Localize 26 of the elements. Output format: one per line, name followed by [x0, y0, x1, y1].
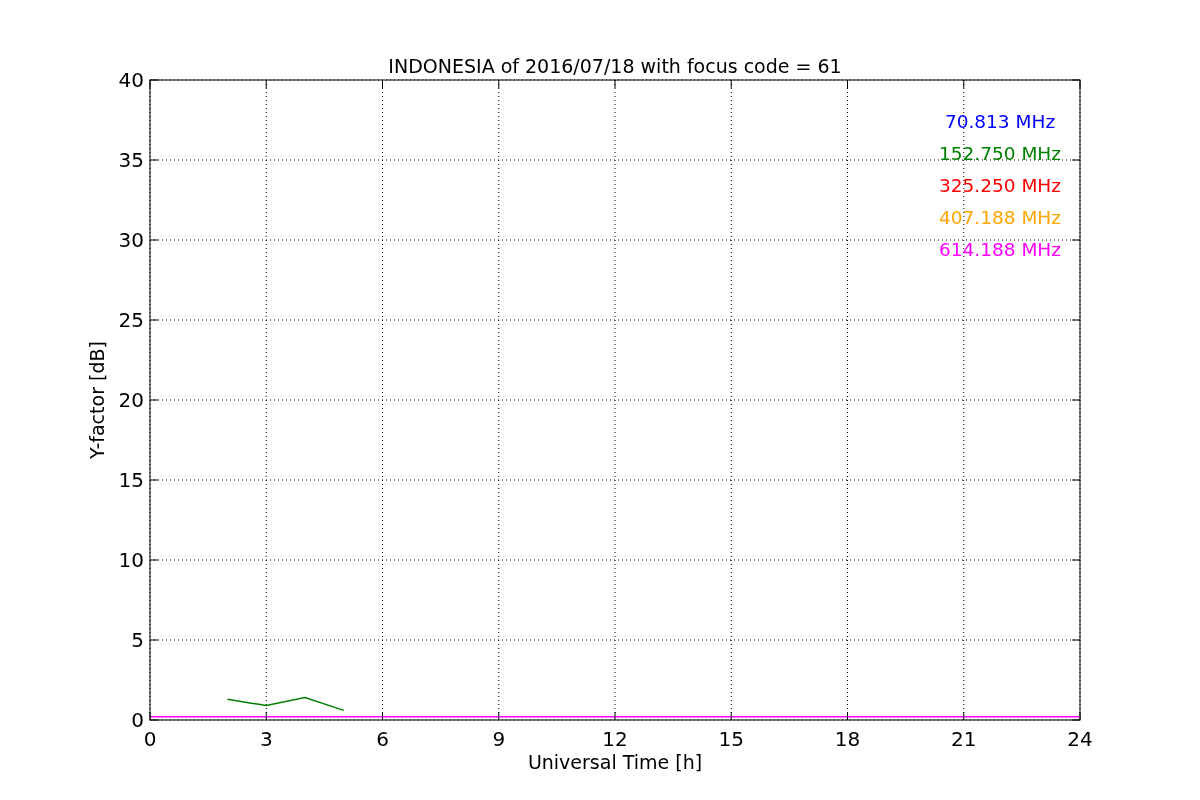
tick-label: 20: [118, 388, 144, 412]
legend-label: 325.250 MHz: [939, 175, 1061, 196]
tick-label: 9: [492, 727, 506, 751]
tick-label: 24: [1067, 727, 1093, 751]
legend-label: 614.188 MHz: [939, 239, 1061, 260]
tick-label: 10: [118, 548, 144, 572]
tick-label: 15: [118, 468, 144, 492]
x-axis-label: Universal Time [h]: [527, 751, 703, 773]
legend-label: 407.188 MHz: [939, 207, 1061, 228]
tick-label: 21: [951, 727, 977, 751]
tick-label: 15: [718, 727, 744, 751]
legend-label: 70.813 MHz: [944, 111, 1056, 132]
tick-label: 40: [118, 68, 144, 92]
y-axis-label: Y-factor [dB]: [86, 341, 108, 459]
tick-label: 25: [118, 308, 144, 332]
tick-label: 30: [118, 228, 144, 252]
chart-title: INDONESIA of 2016/07/18 with focus code = 61: [388, 55, 842, 77]
tick-label: 5: [131, 628, 144, 652]
tick-label: 0: [143, 727, 157, 751]
tick-label: 3: [259, 727, 273, 751]
tick-label: 35: [118, 148, 144, 172]
tick-label: 12: [602, 727, 628, 751]
legend-label: 152.750 MHz: [939, 143, 1061, 164]
tick-label: 0: [131, 708, 144, 732]
tick-label: 18: [834, 727, 861, 751]
tick-label: 6: [376, 727, 389, 751]
